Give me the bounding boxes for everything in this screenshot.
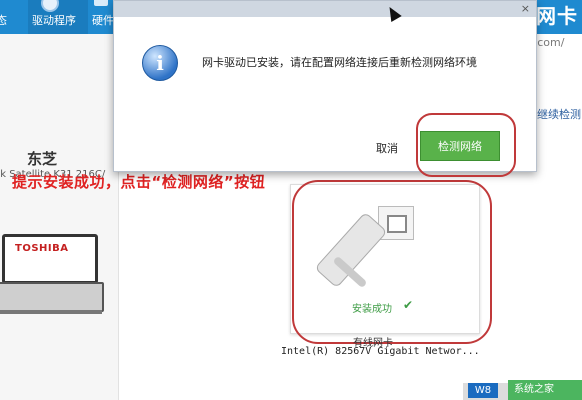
highlight-ring-button	[416, 113, 516, 177]
laptop-screen: TOSHIBA	[2, 234, 98, 284]
install-dialog: × i 网卡驱动已安装，请在配置网络连接后重新检测网络环境 取消 检测网络	[113, 0, 537, 177]
toolbar-hardware-label: 硬件	[92, 14, 114, 27]
device-brand: 东芝	[27, 150, 58, 168]
gear-icon	[41, 0, 59, 12]
tutorial-annotation: 提示安装成功，点击“检测网络”按钮	[12, 173, 266, 191]
toolbar-item-status[interactable]: 态	[0, 0, 26, 34]
info-icon: i	[142, 45, 178, 81]
toolbar-item-drivers[interactable]: 驱动程序	[28, 0, 88, 34]
cancel-button[interactable]: 取消	[376, 140, 398, 156]
dialog-body: i 网卡驱动已安装，请在配置网络连接后重新检测网络环境 取消 检测网络	[114, 17, 536, 177]
win8-badge: W8	[468, 383, 498, 398]
close-icon[interactable]: ×	[521, 2, 530, 15]
laptop-keyboard	[0, 282, 104, 312]
laptop-logo: TOSHIBA	[15, 243, 69, 254]
brand-logo: 网卡	[536, 4, 578, 28]
toolbar-status-label: 态	[0, 14, 7, 27]
dialog-message: 网卡驱动已安装，请在配置网络连接后重新检测网络环境	[202, 56, 477, 69]
checkmark-icon: ✔	[403, 298, 414, 312]
continue-detect-link[interactable]: 继续检测	[537, 106, 581, 122]
install-status: 安装成功	[352, 304, 392, 315]
laptop-base	[0, 310, 102, 314]
footer-button[interactable]: 系统之家	[508, 380, 582, 400]
dialog-titlebar: ×	[114, 1, 536, 17]
toolbar-drivers-label: 驱动程序	[32, 14, 76, 27]
hardware-icon	[94, 0, 108, 6]
adapter-name: Intel(R) 82567V Gigabit Networ...	[281, 346, 480, 357]
